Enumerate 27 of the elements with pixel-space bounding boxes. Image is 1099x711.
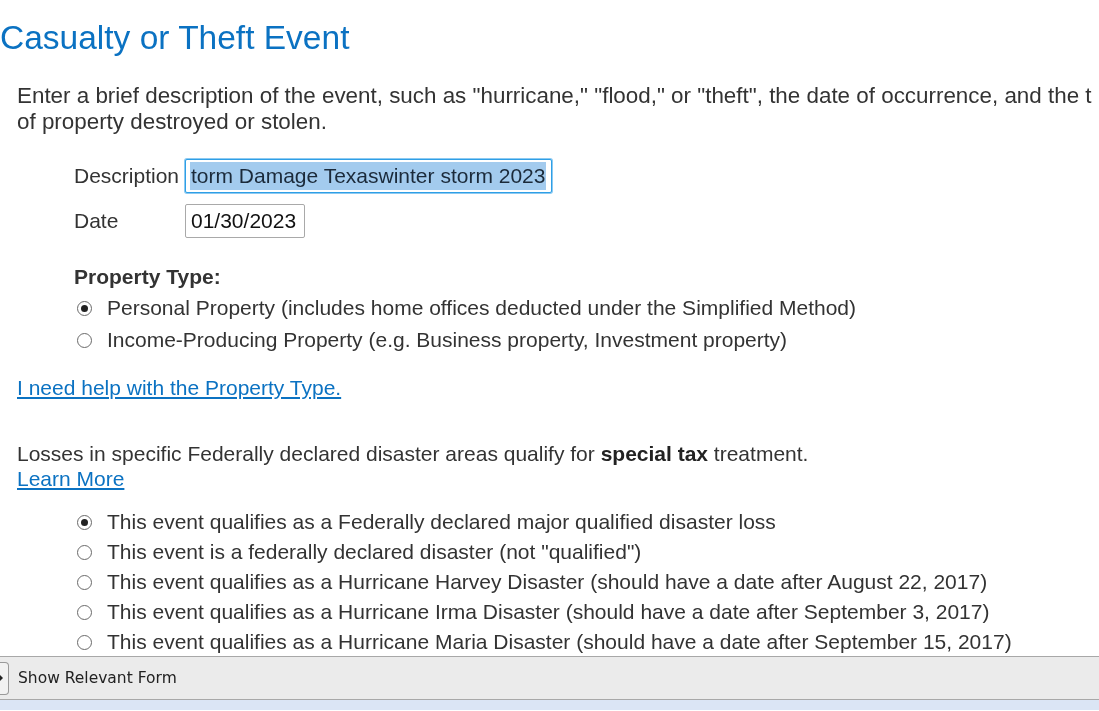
option-label[interactable]: This event qualifies as a Hurricane Harvey Disaster (should have a date after August 22, 2017) bbox=[107, 570, 988, 594]
intro-text: Enter a brief description of the event, such as "hurricane," "flood," or "theft", the date of occurrence, and the t of property destroyed or stolen. bbox=[17, 83, 1092, 135]
learn-more-link[interactable]: Learn More bbox=[17, 466, 125, 492]
expand-button[interactable] bbox=[0, 661, 9, 695]
radio-button[interactable] bbox=[77, 574, 92, 590]
caret-icon bbox=[0, 675, 3, 681]
page-title: Casualty or Theft Event bbox=[0, 18, 350, 58]
date-field[interactable]: 01/30/2023 bbox=[185, 204, 305, 238]
radio-button[interactable] bbox=[77, 604, 92, 620]
show-form-label[interactable]: Show Relevant Form bbox=[18, 669, 177, 687]
field-label: Date bbox=[74, 209, 120, 233]
section-heading: Property Type: bbox=[74, 264, 221, 290]
field-label: Description bbox=[74, 164, 181, 188]
disaster-note: Losses in specific Federally declared disaster areas qualify for special tax treatment. bbox=[17, 441, 809, 466]
option-label[interactable]: This event qualifies as a Federally declared major qualified disaster loss bbox=[107, 510, 776, 534]
radio-button[interactable] bbox=[77, 514, 92, 530]
option-label[interactable]: Income-Producing Property (e.g. Business property, Investment property) bbox=[107, 328, 788, 352]
option-label[interactable]: This event is a federally declared disaster (not "qualified") bbox=[107, 540, 642, 564]
help-link[interactable]: I need help with the Property Type. bbox=[17, 375, 342, 401]
radio-button[interactable] bbox=[77, 300, 92, 316]
description-field[interactable]: torm Damage Texaswinter storm 2023 bbox=[185, 159, 552, 193]
option-label[interactable]: This event qualifies as a Hurricane Irma Disaster (should have a date after September 3, 2017) bbox=[107, 600, 990, 624]
radio-button[interactable] bbox=[77, 544, 92, 560]
radio-button[interactable] bbox=[77, 634, 92, 650]
option-label[interactable]: Personal Property (includes home offices deducted under the Simplified Method) bbox=[107, 296, 857, 320]
option-label[interactable]: This event qualifies as a Hurricane Maria Disaster (should have a date after September 15, 2017) bbox=[107, 630, 1012, 654]
radio-button[interactable] bbox=[77, 332, 92, 348]
